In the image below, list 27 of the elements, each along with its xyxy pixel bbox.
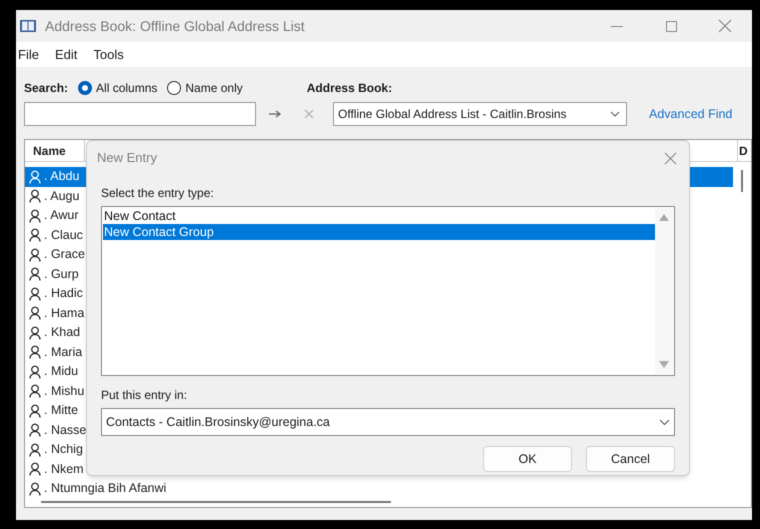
dialog-title: New Entry <box>97 149 157 168</box>
contact-name: . Grace <box>44 246 85 264</box>
contact-name: . Augu <box>44 188 80 205</box>
search-label: Search: <box>24 80 68 97</box>
entry-type-label: Select the entry type: <box>101 185 215 202</box>
radio-label: All columns <box>96 80 158 97</box>
contact-name: . Hama <box>44 304 84 322</box>
dropdown-value: Contacts - Caitlin.Brosinsky@uregina.ca <box>106 414 330 431</box>
contact-name: . Gurp <box>44 266 79 283</box>
contact-name: . Hadic <box>44 285 83 302</box>
contact-name: . Maria <box>44 344 82 361</box>
contact-name: . Midu <box>44 363 78 380</box>
contact-name: . Nchig <box>44 441 83 458</box>
contact-name: . Mishu <box>44 382 84 400</box>
contact-name: . Khad <box>44 324 80 342</box>
radio-label: Name only <box>185 80 243 97</box>
contact-name: . Nasse <box>44 422 86 439</box>
contact-name: . Abdu <box>44 168 80 186</box>
dropdown-value: Offline Global Address List - Caitlin.Brosins <box>338 106 567 123</box>
contact-name: . Nkem <box>44 460 84 478</box>
location-label: Put this entry in: <box>101 387 188 404</box>
contact-name: . Awur <box>44 207 79 224</box>
window-title: Address Book: Offline Global Address List <box>45 16 305 36</box>
address-book-label: Address Book: <box>306 80 392 97</box>
contact-name: . Clauc <box>44 226 83 244</box>
contact-name: . Ntumngia Bih Afanwi <box>44 480 166 498</box>
contact-name: . Mitte <box>44 402 78 420</box>
